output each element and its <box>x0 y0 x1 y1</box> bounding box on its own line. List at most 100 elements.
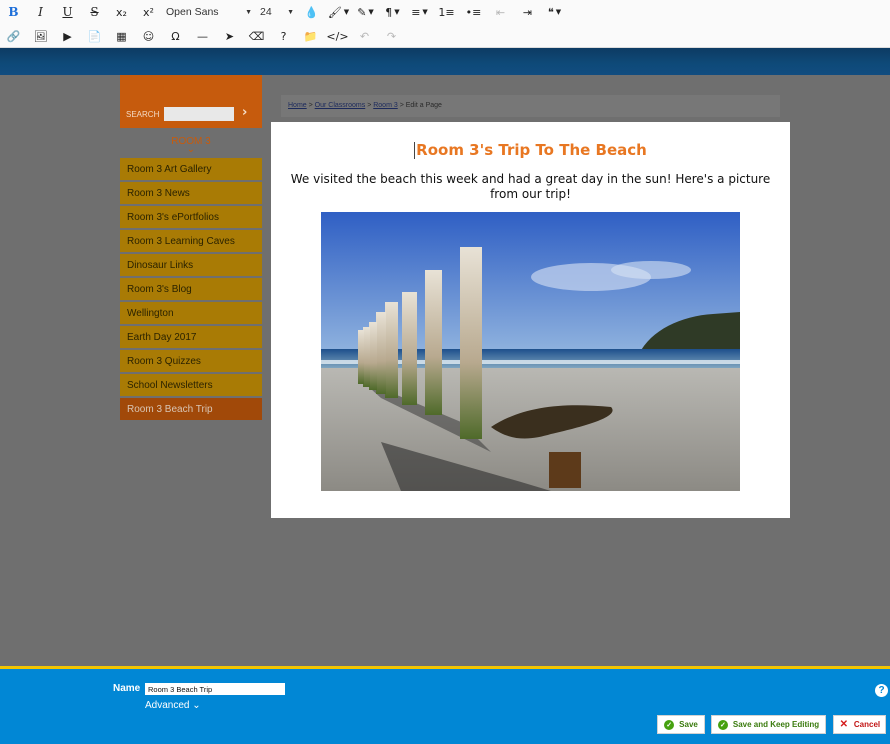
code-view-button[interactable]: </> <box>324 25 351 47</box>
align-icon: ≡ <box>411 5 421 19</box>
page-heading-text: Room 3's Trip To The Beach <box>416 141 647 159</box>
breadcrumb-home[interactable]: Home <box>288 102 307 109</box>
site-header-banner <box>0 48 890 75</box>
undo-icon: ↶ <box>359 29 370 43</box>
underline-icon: U <box>62 5 73 19</box>
sidebar-item[interactable]: Room 3 Art Gallery <box>120 158 262 180</box>
font-size-select[interactable]: 24 ▼ <box>256 1 298 23</box>
caret-down-icon: ▼ <box>245 8 252 16</box>
caret-down-icon: ▼ <box>555 8 562 16</box>
breadcrumb-sep: > <box>306 102 315 109</box>
editor-toolbar: B I U Sx₂ x² Open Sans ▼ 24 ▼ 💧 🖌 ▼ ✎ ▼ ¶ ▼ ≡ ▼ 1≡ •≡ ⇤ ⇥ ❝ ▼ 🔗… <box>0 0 890 48</box>
special-char-button[interactable]: Ω <box>162 25 189 47</box>
paragraph-icon: ¶ <box>385 5 393 19</box>
italic-button[interactable]: I <box>27 1 54 23</box>
file-button[interactable]: 📄 <box>81 25 108 47</box>
search-input[interactable] <box>164 107 234 121</box>
underline-button[interactable]: U <box>54 1 81 23</box>
strikethrough-icon: S <box>90 5 99 19</box>
font-size-value: 24 <box>260 6 272 18</box>
paint-brush-icon: 🖌 <box>327 5 342 19</box>
strikethrough-button[interactable]: S <box>81 1 108 23</box>
page-name-input[interactable] <box>145 683 285 695</box>
ordered-list-icon: 1≡ <box>438 5 455 19</box>
code-view-icon: </> <box>326 29 349 43</box>
video-icon: ▶ <box>63 29 72 43</box>
breadcrumb-room-3[interactable]: Room 3 <box>373 102 398 109</box>
superscript-button[interactable]: x² <box>135 1 162 23</box>
cancel-button-label: Cancel <box>853 720 881 729</box>
search-box: SEARCH › <box>120 75 262 128</box>
table-button[interactable]: ▦ <box>108 25 135 47</box>
undo-button[interactable]: ↶ <box>351 25 378 47</box>
sidebar-item[interactable]: Earth Day 2017 <box>120 326 262 348</box>
emoticon-button[interactable]: ☺ <box>135 25 162 47</box>
text-color-button[interactable]: 💧 <box>298 1 325 23</box>
sidebar-section-title[interactable]: ROOM 3 ⌄ <box>120 128 262 158</box>
sidebar-item[interactable]: Room 3 Learning Caves <box>120 230 262 252</box>
paint-brush-button[interactable]: 🖌 ▼ <box>325 1 352 23</box>
check-icon: ✓ <box>717 719 728 730</box>
paragraph-button[interactable]: ¶ ▼ <box>379 1 406 23</box>
redo-icon: ↷ <box>386 29 397 43</box>
breadcrumb-our-classrooms[interactable]: Our Classrooms <box>315 102 366 109</box>
search-go-icon[interactable]: › <box>242 105 247 120</box>
clear-format-button[interactable]: ⌫ <box>243 25 270 47</box>
cancel-button[interactable]: ✕ Cancel <box>833 715 886 734</box>
magic-wand-button[interactable]: ✎ ▼ <box>352 1 379 23</box>
unordered-list-icon: •≡ <box>465 5 482 19</box>
help-button[interactable]: ? <box>270 25 297 47</box>
page-settings-bar: Name Advanced ⌄ ? ✓ Save ✓ Save and Keep E… <box>0 666 890 744</box>
special-char-icon: Ω <box>171 29 180 43</box>
select-all-button[interactable]: ➤ <box>216 25 243 47</box>
advanced-toggle[interactable]: Advanced ⌄ <box>145 700 201 711</box>
sidebar-item[interactable]: School Newsletters <box>120 374 262 396</box>
sidebar-item[interactable]: Room 3 News <box>120 182 262 204</box>
sidebar-item[interactable]: Room 3's ePortfolios <box>120 206 262 228</box>
caret-down-icon: ▼ <box>287 8 294 16</box>
breadcrumb-sep: > <box>397 102 406 109</box>
bold-icon: B <box>8 5 19 19</box>
help-icon[interactable]: ? <box>875 684 888 697</box>
toolbar-row-formatting: B I U Sx₂ x² Open Sans ▼ 24 ▼ 💧 🖌 ▼ ✎ ▼ ¶ ▼ ≡ ▼ 1≡ •≡ ⇤ ⇥ ❝ ▼ <box>0 0 890 24</box>
folder-button[interactable]: 📁 <box>297 25 324 47</box>
superscript-icon: x² <box>143 5 154 19</box>
outdent-button[interactable]: ⇤ <box>487 1 514 23</box>
content-editor[interactable]: Room 3's Trip To The Beach We visited th… <box>271 122 790 518</box>
ordered-list-button[interactable]: 1≡ <box>433 1 460 23</box>
quote-button[interactable]: ❝ ▼ <box>541 1 568 23</box>
beach-photo[interactable] <box>321 212 740 491</box>
link-button[interactable]: 🔗 <box>0 25 27 47</box>
indent-icon: ⇥ <box>522 5 533 19</box>
sidebar-item[interactable]: Wellington <box>120 302 262 324</box>
subscript-button[interactable]: x₂ <box>108 1 135 23</box>
unordered-list-button[interactable]: •≡ <box>460 1 487 23</box>
save-button[interactable]: ✓ Save <box>657 715 705 734</box>
save-keep-button-label: Save and Keep Editing <box>732 720 820 729</box>
image-button[interactable]: 🖼 <box>27 25 54 47</box>
caret-down-icon: ▼ <box>422 8 428 16</box>
save-and-keep-editing-button[interactable]: ✓ Save and Keep Editing <box>711 715 826 734</box>
quote-icon: ❝ <box>547 5 554 19</box>
chevron-down-icon: ⌄ <box>186 144 196 155</box>
indent-button[interactable]: ⇥ <box>514 1 541 23</box>
video-button[interactable]: ▶ <box>54 25 81 47</box>
link-icon: 🔗 <box>6 29 21 43</box>
redo-button[interactable]: ↷ <box>378 25 405 47</box>
table-icon: ▦ <box>116 29 127 43</box>
sidebar-item[interactable]: Dinosaur Links <box>120 254 262 276</box>
close-icon: ✕ <box>839 719 849 730</box>
font-family-select[interactable]: Open Sans ▼ <box>162 1 256 23</box>
align-button[interactable]: ≡ ▼ <box>406 1 433 23</box>
bold-button[interactable]: B <box>0 1 27 23</box>
save-button-label: Save <box>679 720 698 729</box>
page-body-text[interactable]: We visited the beach this week and had a… <box>285 172 776 202</box>
page-heading[interactable]: Room 3's Trip To The Beach <box>271 141 790 159</box>
horizontal-line-button[interactable]: — <box>189 25 216 47</box>
advanced-label: Advanced <box>145 700 190 711</box>
sidebar-item[interactable]: Room 3's Blog <box>120 278 262 300</box>
toolbar-row-insert: 🔗 🖼 ▶ 📄 ▦ ☺ Ω — ➤ ⌫? 📁 </> ↶ ↷ <box>0 24 890 48</box>
sidebar-item[interactable]: Room 3 Quizzes <box>120 350 262 372</box>
sidebar-item[interactable]: Room 3 Beach Trip <box>120 398 262 420</box>
sidebar-nav-list: Room 3 Art Gallery Room 3 News Room 3's eP… <box>120 158 262 420</box>
